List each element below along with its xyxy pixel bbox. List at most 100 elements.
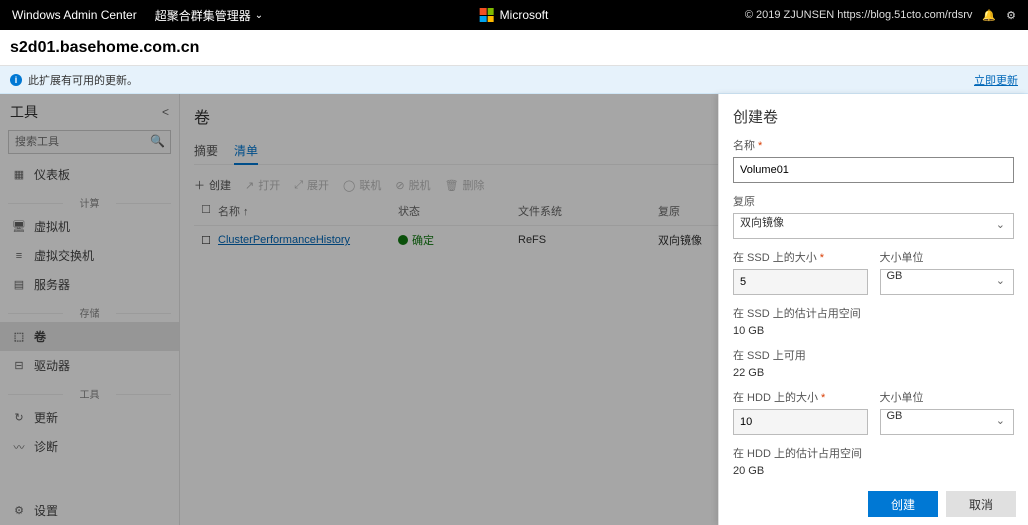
sidebar-item-vm[interactable]: 🖥 虚拟机 (0, 212, 179, 241)
sidebar-item-label: 虚拟交换机 (34, 247, 94, 264)
nav-group-tools: 工具 (0, 386, 179, 401)
column-name[interactable]: 名称 ↑ (218, 203, 398, 219)
notice-text: 此扩展有可用的更新。 (28, 72, 138, 88)
ssd-size-input[interactable] (733, 269, 868, 295)
ssd-avail-value: 22 GB (733, 367, 1014, 379)
ssd-size-label: 在 SSD 上的大小 (733, 249, 868, 265)
cancel-button[interactable]: 取消 (946, 491, 1016, 517)
hdd-unit-label: 大小单位 (880, 389, 1015, 405)
panel-footer: 创建 取消 (719, 483, 1028, 525)
select-value: GB (887, 270, 903, 282)
resiliency-label: 复原 (733, 193, 1014, 209)
hdd-size-input[interactable] (733, 409, 868, 435)
drive-icon: ⊟ (12, 359, 26, 372)
create-button[interactable]: ＋ 创建 (194, 177, 231, 193)
microsoft-logo-icon (480, 8, 494, 22)
switch-icon: ≡ (12, 250, 26, 262)
watermark-text: © 2019 ZJUNSEN https://blog.51cto.com/rd… (745, 9, 973, 21)
nav-group-storage: 存储 (0, 305, 179, 320)
select-value: GB (887, 410, 903, 422)
notification-icon[interactable]: 🔔 (982, 9, 996, 22)
vm-icon: 🖥 (12, 220, 26, 233)
panel-body: 创建卷 名称 复原 双向镜像 在 SSD 上的大小 大小单位 GB 在 SSD … (719, 94, 1028, 483)
sidebar-item-label: 更新 (34, 409, 58, 426)
sidebar-item-label: 诊断 (34, 438, 58, 455)
status-ok-badge: 确定 (398, 232, 434, 248)
sidebar-item-label: 设置 (34, 502, 58, 519)
offline-button[interactable]: ⊘ 脱机 (395, 177, 430, 193)
topbar-right: © 2019 ZJUNSEN https://blog.51cto.com/rd… (745, 9, 1016, 22)
volume-icon: ⬚ (12, 330, 26, 343)
main-area: 工具 < 🔍 ▦仪表板 计算 🖥 虚拟机 ≡ 虚拟交换机 ▤服务器 存储 ⬚卷 ⊟ 驱… (0, 94, 1028, 525)
volume-name-input[interactable] (733, 157, 1014, 183)
host-bar: s2d01.basehome.com.cn (0, 30, 1028, 66)
column-status[interactable]: 状态 (398, 203, 518, 219)
sidebar-item-drives[interactable]: ⊟ 驱动器 (0, 351, 179, 380)
nav-group-compute: 计算 (0, 195, 179, 210)
ssd-unit-label: 大小单位 (880, 249, 1015, 265)
context-switcher[interactable]: 超聚合群集管理器 ⌄ (155, 7, 263, 24)
panel-title: 创建卷 (733, 106, 1014, 127)
search-input[interactable] (8, 130, 171, 154)
context-label: 超聚合群集管理器 (155, 7, 251, 24)
create-submit-button[interactable]: 创建 (868, 491, 938, 517)
sidebar-item-settings[interactable]: ⚙ 设置 (0, 496, 179, 525)
open-button[interactable]: ↗ 打开 (245, 177, 280, 193)
volume-name-link[interactable]: ClusterPerformanceHistory (218, 234, 350, 246)
sidebar-header: 工具 < (0, 94, 179, 130)
settings-icon[interactable]: ⚙ (1006, 9, 1016, 22)
microsoft-label: Microsoft (500, 8, 549, 22)
expand-button[interactable]: ⤢ 展开 (294, 177, 329, 193)
toolbar-label: 脱机 (409, 177, 431, 193)
microsoft-brand: Microsoft (480, 8, 549, 22)
hdd-est-label: 在 HDD 上的估计占用空间 (733, 445, 1014, 461)
column-filesystem[interactable]: 文件系统 (518, 203, 658, 219)
tab-list[interactable]: 清单 (234, 138, 258, 165)
ssd-est-label: 在 SSD 上的估计占用空间 (733, 305, 1014, 321)
server-icon: ▤ (12, 278, 26, 291)
online-button[interactable]: ◯ 联机 (343, 177, 381, 193)
host-name: s2d01.basehome.com.cn (10, 39, 199, 57)
search-icon: 🔍 (150, 134, 165, 148)
delete-button[interactable]: 🗑 删除 (445, 177, 485, 193)
top-bar: Windows Admin Center 超聚合群集管理器 ⌄ Microsof… (0, 0, 1028, 30)
ssd-avail-label: 在 SSD 上可用 (733, 347, 1014, 363)
ssd-est-value: 10 GB (733, 325, 1014, 337)
sidebar-item-label: 仪表板 (34, 166, 70, 183)
ssd-unit-select[interactable]: GB (880, 269, 1015, 295)
resiliency-select[interactable]: 双向镜像 (733, 213, 1014, 239)
create-volume-panel: 创建卷 名称 复原 双向镜像 在 SSD 上的大小 大小单位 GB 在 SSD … (718, 94, 1028, 525)
info-icon: i (10, 74, 22, 86)
toolbar-label: 打开 (258, 177, 280, 193)
tab-summary[interactable]: 摘要 (194, 138, 218, 164)
sidebar-item-label: 虚拟机 (34, 218, 70, 235)
brand-label: Windows Admin Center (12, 8, 137, 22)
toolbar-label: 删除 (463, 177, 485, 193)
select-all-checkbox[interactable]: ☐ (194, 203, 218, 219)
sidebar-item-volumes[interactable]: ⬚卷 (0, 322, 179, 351)
hdd-size-label: 在 HDD 上的大小 (733, 389, 868, 405)
row-checkbox[interactable]: ☐ (194, 234, 218, 247)
hdd-est-value: 20 GB (733, 465, 1014, 477)
update-now-link[interactable]: 立即更新 (974, 72, 1018, 88)
update-icon: ↻ (12, 411, 26, 424)
sidebar-item-dashboard[interactable]: ▦仪表板 (0, 160, 179, 189)
hdd-unit-select[interactable]: GB (880, 409, 1015, 435)
chevron-down-icon: ⌄ (255, 10, 263, 21)
sidebar-item-servers[interactable]: ▤服务器 (0, 270, 179, 299)
sidebar-item-vswitch[interactable]: ≡ 虚拟交换机 (0, 241, 179, 270)
collapse-icon[interactable]: < (162, 105, 169, 119)
update-notice: i 此扩展有可用的更新。 立即更新 (0, 66, 1028, 94)
toolbar-label: 展开 (307, 177, 329, 193)
name-label: 名称 (733, 137, 1014, 153)
diagnose-icon: 〰 (12, 439, 26, 455)
sidebar-item-label: 驱动器 (34, 357, 70, 374)
sidebar-search[interactable]: 🔍 (8, 130, 171, 154)
gear-icon: ⚙ (12, 504, 26, 517)
select-value: 双向镜像 (740, 217, 784, 229)
sidebar-item-updates[interactable]: ↻ 更新 (0, 403, 179, 432)
sidebar-item-diagnose[interactable]: 〰诊断 (0, 432, 179, 461)
sidebar-title: 工具 (10, 102, 38, 122)
toolbar-label: 创建 (209, 177, 231, 193)
cell-filesystem: ReFS (518, 234, 658, 246)
